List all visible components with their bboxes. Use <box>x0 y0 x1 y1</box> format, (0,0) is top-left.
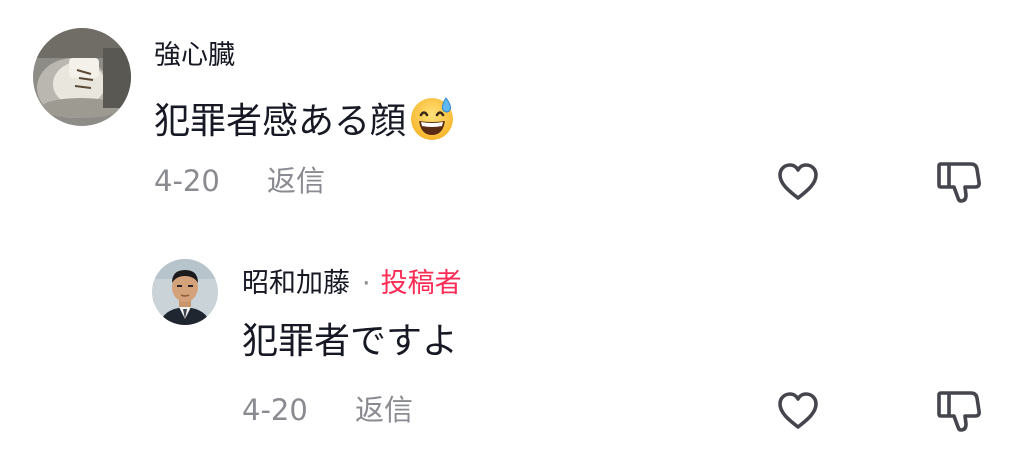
author-separator: · <box>362 268 371 299</box>
reply-username[interactable]: 昭和加藤 · 投稿者 <box>242 270 462 297</box>
reply-button[interactable]: 返信 <box>267 164 325 198</box>
dislike-button[interactable] <box>933 385 985 437</box>
comment-body: 犯罪者感ある顔 <box>154 101 407 142</box>
reply-meta: 4-20 返信 <box>242 396 413 425</box>
avatar-image <box>33 28 131 126</box>
comment-body: 犯罪者ですよ <box>242 321 459 362</box>
thumbs-down-icon <box>937 162 981 203</box>
thumbs-down-icon <box>937 391 981 432</box>
comment-text: 犯罪者感ある顔 <box>154 94 456 142</box>
grinning-face-with-sweat-icon <box>408 94 456 142</box>
like-button[interactable] <box>772 385 824 437</box>
author-badge: 投稿者 <box>380 268 462 299</box>
avatar[interactable] <box>33 28 131 126</box>
like-button[interactable] <box>772 156 824 208</box>
username-text: 強心臓 <box>154 40 235 71</box>
avatar-image <box>152 259 218 325</box>
comment-date: 4-20 <box>242 393 308 427</box>
comment-thread: 強心臓 犯罪者感ある顔 4-20 返信 昭和加藤 · 投稿者 犯罪者ですよ 4-… <box>0 0 1024 451</box>
reply-button[interactable]: 返信 <box>355 393 413 427</box>
dislike-button[interactable] <box>933 156 985 208</box>
heart-icon <box>778 392 818 429</box>
reply-text: 犯罪者ですよ <box>242 324 458 360</box>
comment-meta: 4-20 返信 <box>154 167 325 196</box>
avatar[interactable] <box>152 259 218 325</box>
heart-icon <box>778 163 818 200</box>
comment-date: 4-20 <box>154 164 220 198</box>
comment-username[interactable]: 強心臓 <box>154 42 235 69</box>
username-text: 昭和加藤 <box>242 268 350 299</box>
